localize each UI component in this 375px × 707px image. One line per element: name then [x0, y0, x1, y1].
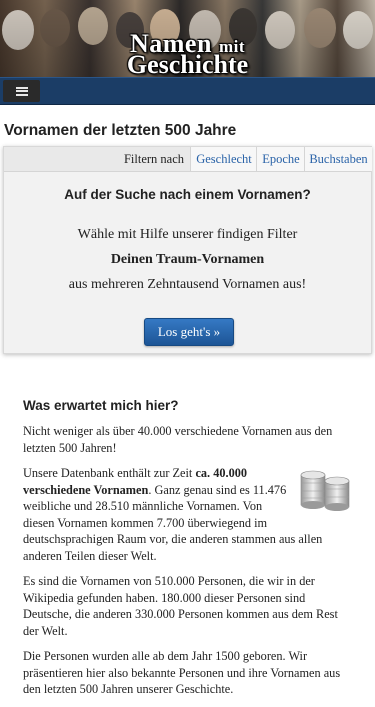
menu-button[interactable]: [3, 80, 40, 102]
info-paragraph-2-prefix: Unsere Datenbank enthält zur Zeit: [23, 466, 196, 480]
filter-box: Filtern nach Geschlecht Epoche Buchstabe…: [3, 146, 372, 354]
filter-heading: Auf der Suche nach einem Vornamen?: [64, 187, 311, 202]
filter-link-buchstaben[interactable]: Buchstaben: [304, 147, 372, 171]
site-title-line2: Geschichte: [126, 50, 249, 78]
header-banner[interactable]: Namen mit Geschichte: [0, 0, 375, 77]
navbar: [0, 77, 375, 105]
filter-link-epoche[interactable]: Epoche: [256, 147, 305, 171]
info-paragraph-1: Nicht weniger als über 40.000 verschiede…: [23, 424, 333, 455]
info-paragraph-4: Die Personen wurden alle ab dem Jahr 150…: [23, 649, 341, 696]
coin-stacks-icon: [300, 470, 350, 511]
filter-text-line1: Wähle mit Hilfe unserer findigen Filter: [77, 227, 298, 242]
filter-label: Filtern nach: [123, 152, 185, 166]
info-paragraph-2: Unsere Datenbank enthält zur Zeit ca. 40…: [23, 465, 353, 564]
filter-link-geschlecht[interactable]: Geschlecht: [190, 147, 257, 171]
info-paragraph-3: Es sind die Vornamen von 510.000 Persone…: [23, 574, 338, 638]
filter-bar: Filtern nach Geschlecht Epoche Buchstabe…: [4, 147, 372, 172]
start-button[interactable]: Los geht's »: [144, 318, 234, 346]
page-title: Vornamen der letzten 500 Jahre: [4, 122, 237, 139]
info-heading: Was erwartet mich hier?: [23, 398, 179, 413]
filter-text-line3: aus mehreren Zehntausend Vornamen aus!: [68, 277, 307, 292]
info-section: Was erwartet mich hier? Nicht weniger al…: [23, 398, 353, 707]
hamburger-menu-icon: [15, 86, 28, 96]
filter-text-line2: Deinen Traum-Vornamen: [110, 252, 265, 267]
